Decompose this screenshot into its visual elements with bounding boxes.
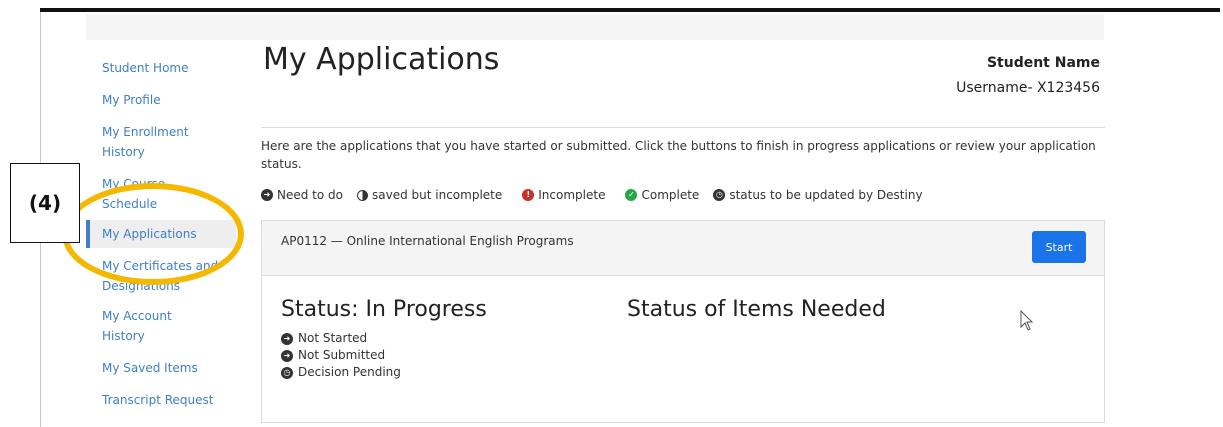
items-needed-title: Status of Items Needed: [627, 297, 886, 322]
legend-status-update-label: status to be updated by Destiny: [729, 188, 923, 202]
sidebar-item-my-profile[interactable]: My Profile: [86, 90, 236, 110]
username: Username- X123456: [956, 80, 1100, 96]
sidebar-item-student-home[interactable]: Student Home: [86, 58, 236, 78]
arrow-circle-right-icon: ➜: [281, 349, 293, 362]
status-item-label: Not Started: [298, 331, 368, 345]
check-circle-icon: ✓: [625, 189, 638, 201]
start-button[interactable]: Start: [1032, 231, 1086, 263]
status-item-label: Decision Pending: [298, 365, 401, 379]
legend-complete-label: Complete: [641, 188, 700, 202]
legend-need-to-do-label: Need to do: [277, 188, 343, 202]
header-divider: [261, 127, 1105, 128]
step-annotation-label: (4): [28, 191, 62, 215]
sidebar-item-account-history[interactable]: My Account History: [86, 306, 212, 346]
legend-complete: ✓ Complete: [625, 188, 699, 202]
status-item-not-submitted: ➜ Not Submitted: [281, 347, 487, 364]
legend-status-update: ◷ status to be updated by Destiny: [713, 188, 923, 202]
application-card: AP0112 — Online International English Pr…: [261, 220, 1105, 423]
status-legend: ➜ Need to do saved but incomplete ! Inco…: [261, 188, 937, 202]
sidebar-item-saved-items[interactable]: My Saved Items: [86, 358, 236, 378]
legend-incomplete: ! Incomplete: [522, 188, 605, 202]
application-code-title: AP0112 — Online International English Pr…: [281, 234, 574, 248]
top-rule: [40, 8, 1220, 12]
status-title: Status: In Progress: [281, 297, 487, 322]
page-title: My Applications: [263, 42, 500, 77]
legend-saved-label: saved but incomplete: [372, 188, 503, 202]
half-circle-icon: [357, 189, 368, 201]
legend-saved: saved but incomplete: [357, 188, 502, 202]
clock-icon: ◷: [713, 189, 726, 201]
application-card-header: AP0112 — Online International English Pr…: [262, 221, 1104, 276]
arrow-circle-right-icon: ➜: [261, 189, 273, 201]
exclamation-circle-icon: !: [522, 189, 535, 201]
sidebar-item-transcript-request[interactable]: Transcript Request: [86, 390, 236, 410]
status-item-decision-pending: ◷ Decision Pending: [281, 364, 487, 381]
legend-need-to-do: ➜ Need to do: [261, 188, 343, 202]
arrow-circle-right-icon: ➜: [281, 332, 293, 345]
highlight-ring: [62, 183, 244, 285]
status-item-not-started: ➜ Not Started: [281, 330, 487, 347]
legend-incomplete-label: Incomplete: [538, 188, 606, 202]
student-name: Student Name: [986, 55, 1100, 71]
status-item-label: Not Submitted: [298, 348, 386, 362]
application-status: Status: In Progress ➜ Not Started ➜ Not …: [281, 297, 487, 381]
step-annotation: (4): [10, 163, 80, 243]
sidebar-item-enrollment-history[interactable]: My Enrollment History: [86, 122, 212, 162]
header-strip: [86, 14, 1104, 40]
clock-icon: ◷: [281, 366, 293, 379]
mouse-pointer-icon: [1020, 310, 1034, 331]
intro-text: Here are the applications that you have …: [261, 139, 1096, 171]
